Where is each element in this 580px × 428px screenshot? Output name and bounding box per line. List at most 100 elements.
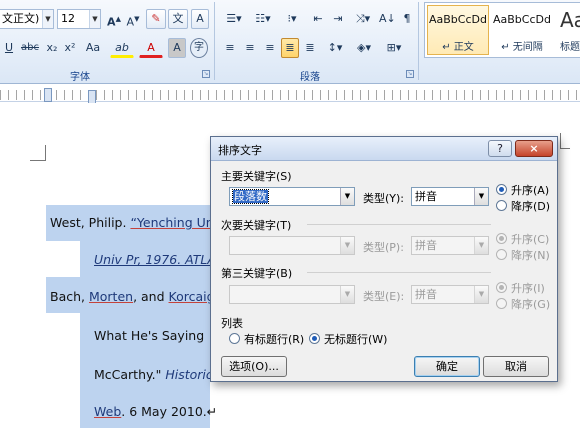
bullets-icon[interactable]: ☰▾ xyxy=(221,9,247,29)
chevron-down-icon: ▼ xyxy=(340,286,354,303)
chevron-down-icon: ▼ xyxy=(474,188,488,205)
char-shading-button[interactable]: A xyxy=(168,38,186,58)
help-button[interactable]: ? xyxy=(488,140,512,157)
hanging-indent-marker[interactable] xyxy=(88,90,96,104)
ascending-label: 升序(I) xyxy=(511,282,545,295)
paragraph-group-label: 段落 xyxy=(300,72,320,83)
primary-key-select[interactable]: 段落数 ▼ xyxy=(229,187,355,206)
chevron-down-icon: ▼ xyxy=(340,188,354,205)
distributed-icon[interactable]: ≣ xyxy=(301,38,319,58)
descending-radio[interactable] xyxy=(496,298,507,309)
justify-icon[interactable]: ≣ xyxy=(281,38,299,58)
ascending-label: 升序(A) xyxy=(511,184,550,197)
style-sample: Aa xyxy=(560,8,580,32)
chevron-down-icon: ▼ xyxy=(89,10,100,28)
numbering-icon[interactable]: ☷▾ xyxy=(250,9,276,29)
bibliography-line: What He's Saying xyxy=(94,328,205,343)
style-heading[interactable]: Aa 标题 xyxy=(555,5,580,55)
style-name: ↵ 正文 xyxy=(442,42,474,53)
style-name: ↵ 无间隔 xyxy=(501,42,543,53)
ascending-label: 升序(C) xyxy=(511,233,550,246)
enclose-char-button[interactable]: 字 xyxy=(190,38,208,58)
line-spacing-icon[interactable]: ↕▾ xyxy=(323,38,347,58)
paragraph-dialog-launcher-icon[interactable]: ↘ xyxy=(406,70,414,78)
page-corner-mark xyxy=(560,133,570,149)
chevron-down-icon: ▼ xyxy=(42,10,53,28)
chinese-layout-icon[interactable]: ⤨▾ xyxy=(350,9,376,29)
increase-indent-icon[interactable]: ⇥ xyxy=(329,9,347,29)
font-name-value: 文正文) xyxy=(2,12,40,25)
chevron-down-icon: ▼ xyxy=(340,237,354,254)
ascending-radio[interactable] xyxy=(496,282,507,293)
ok-button[interactable]: 确定 xyxy=(414,356,480,377)
options-button[interactable]: 选项(O)... xyxy=(221,356,287,377)
style-no-spacing[interactable]: AaBbCcDd ↵ 无间隔 xyxy=(491,5,553,55)
chevron-down-icon: ▼ xyxy=(474,286,488,303)
styles-gallery: AaBbCcDd ↵ 正文 AaBbCcDd ↵ 无间隔 Aa 标题 xyxy=(424,2,580,58)
change-case-button[interactable]: Aa xyxy=(81,38,105,58)
type-select[interactable]: 拼音 ▼ xyxy=(411,285,489,304)
type-label: 类型(E): xyxy=(363,290,405,303)
align-center-icon[interactable]: ≡ xyxy=(241,38,259,58)
font-name-combo[interactable]: 文正文) ▼ xyxy=(0,9,54,29)
has-header-label: 有标题行(R) xyxy=(244,333,305,346)
type-select[interactable]: 拼音 ▼ xyxy=(411,236,489,255)
style-sample: AaBbCcDd xyxy=(429,13,487,26)
tertiary-key-select[interactable]: ▼ xyxy=(229,285,355,304)
underline-button[interactable]: U xyxy=(0,38,18,58)
shrink-font-button[interactable]: A▼ xyxy=(124,9,142,29)
dialog-title: 排序文字 xyxy=(218,144,262,157)
type-value: 拼音 xyxy=(415,190,437,203)
close-button[interactable]: × xyxy=(515,140,553,157)
style-sample: AaBbCcDd xyxy=(493,13,551,26)
show-marks-icon[interactable]: ¶ xyxy=(398,9,416,29)
descending-radio[interactable] xyxy=(496,200,507,211)
type-select[interactable]: 拼音 ▼ xyxy=(411,187,489,206)
phonetic-guide-button[interactable]: 文 xyxy=(168,9,188,29)
multilevel-list-icon[interactable]: ⁝▾ xyxy=(279,9,305,29)
type-value: 拼音 xyxy=(415,239,437,252)
has-header-radio[interactable] xyxy=(229,333,240,344)
char-border-button[interactable]: A xyxy=(191,9,209,29)
dialog-title-bar[interactable]: 排序文字 ? × xyxy=(211,137,557,161)
shading-icon[interactable]: ◈▾ xyxy=(350,38,378,58)
font-size-value: 12 xyxy=(61,12,75,25)
strikethrough-button[interactable]: abc xyxy=(19,38,41,58)
decrease-indent-icon[interactable]: ⇤ xyxy=(309,9,327,29)
align-left-icon[interactable]: ≡ xyxy=(221,38,239,58)
descending-label: 降序(D) xyxy=(511,200,551,213)
indent-marker[interactable] xyxy=(44,88,52,102)
group-separator xyxy=(214,2,215,80)
no-header-label: 无标题行(W) xyxy=(324,333,388,346)
descending-radio[interactable] xyxy=(496,249,507,260)
type-label: 类型(Y): xyxy=(363,192,405,205)
primary-key-label: 主要关键字(S) xyxy=(221,170,292,183)
no-header-radio[interactable] xyxy=(309,333,320,344)
page-corner-mark xyxy=(30,145,46,161)
grow-font-button[interactable]: A▲ xyxy=(105,9,123,29)
primary-key-value: 段落数 xyxy=(232,189,269,204)
secondary-key-select[interactable]: ▼ xyxy=(229,236,355,255)
align-right-icon[interactable]: ≡ xyxy=(261,38,279,58)
bibliography-line: McCarthy." Historic xyxy=(94,367,213,382)
horizontal-ruler[interactable] xyxy=(0,88,580,104)
font-size-combo[interactable]: 12 ▼ xyxy=(57,9,101,29)
sort-icon[interactable]: A↓ xyxy=(378,9,396,29)
descending-label: 降序(G) xyxy=(511,298,551,311)
ascending-radio[interactable] xyxy=(496,233,507,244)
subscript-button[interactable]: x₂ xyxy=(43,38,61,58)
highlight-button[interactable]: ab xyxy=(110,38,134,58)
superscript-button[interactable]: x² xyxy=(61,38,79,58)
bibliography-line: Univ Pr, 1976. ATLA xyxy=(94,252,216,267)
cancel-button[interactable]: 取消 xyxy=(483,356,549,377)
bibliography-line: West, Philip. “Yenching Uni xyxy=(50,215,218,230)
bibliography-line: Bach, Morten, and Korcaig xyxy=(50,289,215,304)
style-normal[interactable]: AaBbCcDd ↵ 正文 xyxy=(427,5,489,55)
borders-icon[interactable]: ⊞▾ xyxy=(380,38,408,58)
font-dialog-launcher-icon[interactable]: ↘ xyxy=(202,70,210,78)
type-value: 拼音 xyxy=(415,288,437,301)
ascending-radio[interactable] xyxy=(496,184,507,195)
font-color-button[interactable]: A xyxy=(139,38,163,58)
font-group-label: 字体 xyxy=(70,72,90,83)
clear-format-icon[interactable]: ✎ xyxy=(146,9,166,29)
